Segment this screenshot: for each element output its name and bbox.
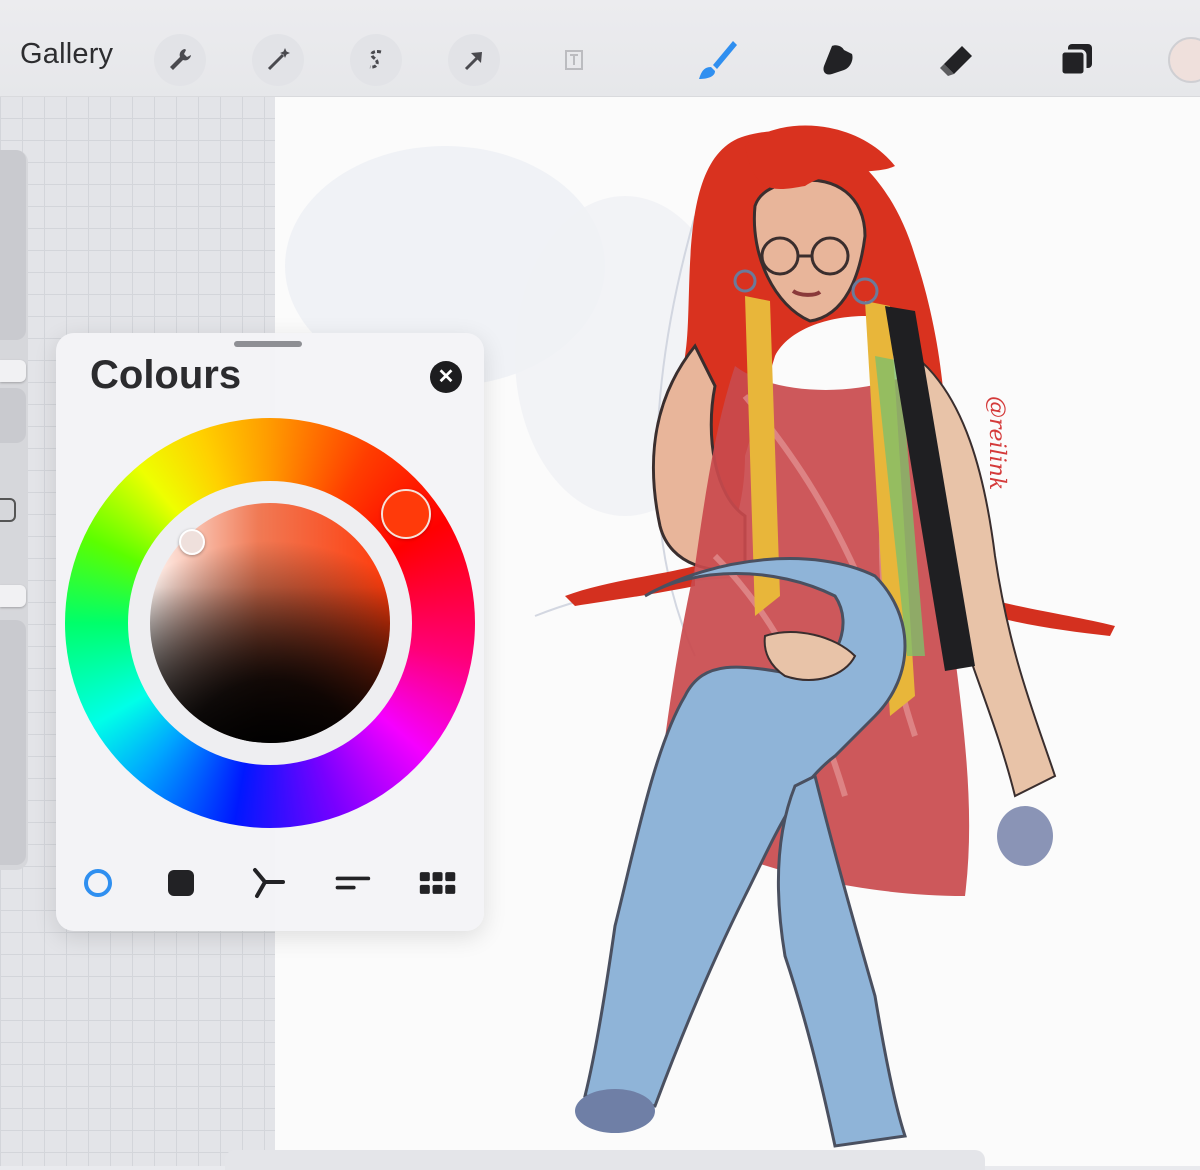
- value-mode-icon[interactable]: [332, 863, 372, 903]
- wrench-icon[interactable]: [154, 34, 206, 86]
- colours-panel: Colours ✕: [56, 333, 484, 931]
- harmony-mode-icon[interactable]: [248, 863, 288, 903]
- brush-size-handle[interactable]: [0, 360, 26, 382]
- text-frame-icon[interactable]: [548, 34, 600, 86]
- palettes-mode-icon[interactable]: [418, 863, 458, 903]
- shade-knob[interactable]: [179, 529, 205, 555]
- panel-drag-handle[interactable]: [234, 341, 302, 347]
- magic-wand-icon[interactable]: [252, 34, 304, 86]
- eraser-icon[interactable]: [930, 34, 982, 86]
- classic-mode-icon[interactable]: [161, 863, 201, 903]
- signature-text: @reilink: [984, 396, 1009, 490]
- colour-swatch-icon[interactable]: [1165, 34, 1200, 86]
- brush-opacity-slider[interactable]: [0, 620, 26, 865]
- layers-icon[interactable]: [1050, 34, 1102, 86]
- modify-button[interactable]: [0, 498, 16, 522]
- smudge-finger-icon[interactable]: [812, 34, 864, 86]
- opacity-handle[interactable]: [0, 585, 26, 607]
- brush-size-lower-track[interactable]: [0, 388, 26, 443]
- brush-size-slider[interactable]: [0, 150, 26, 340]
- brush-icon[interactable]: [690, 34, 742, 86]
- close-icon[interactable]: ✕: [430, 361, 462, 393]
- top-toolbar: Gallery: [0, 0, 1200, 97]
- panel-title: Colours: [90, 353, 242, 397]
- hue-knob[interactable]: [381, 489, 431, 539]
- brush-sidebar[interactable]: [0, 150, 28, 870]
- bottom-edge-bar: [225, 1150, 985, 1170]
- selection-s-icon[interactable]: [350, 34, 402, 86]
- arrow-cursor-icon[interactable]: [448, 34, 500, 86]
- gallery-button[interactable]: Gallery: [20, 38, 113, 71]
- disc-mode-icon[interactable]: [78, 863, 118, 903]
